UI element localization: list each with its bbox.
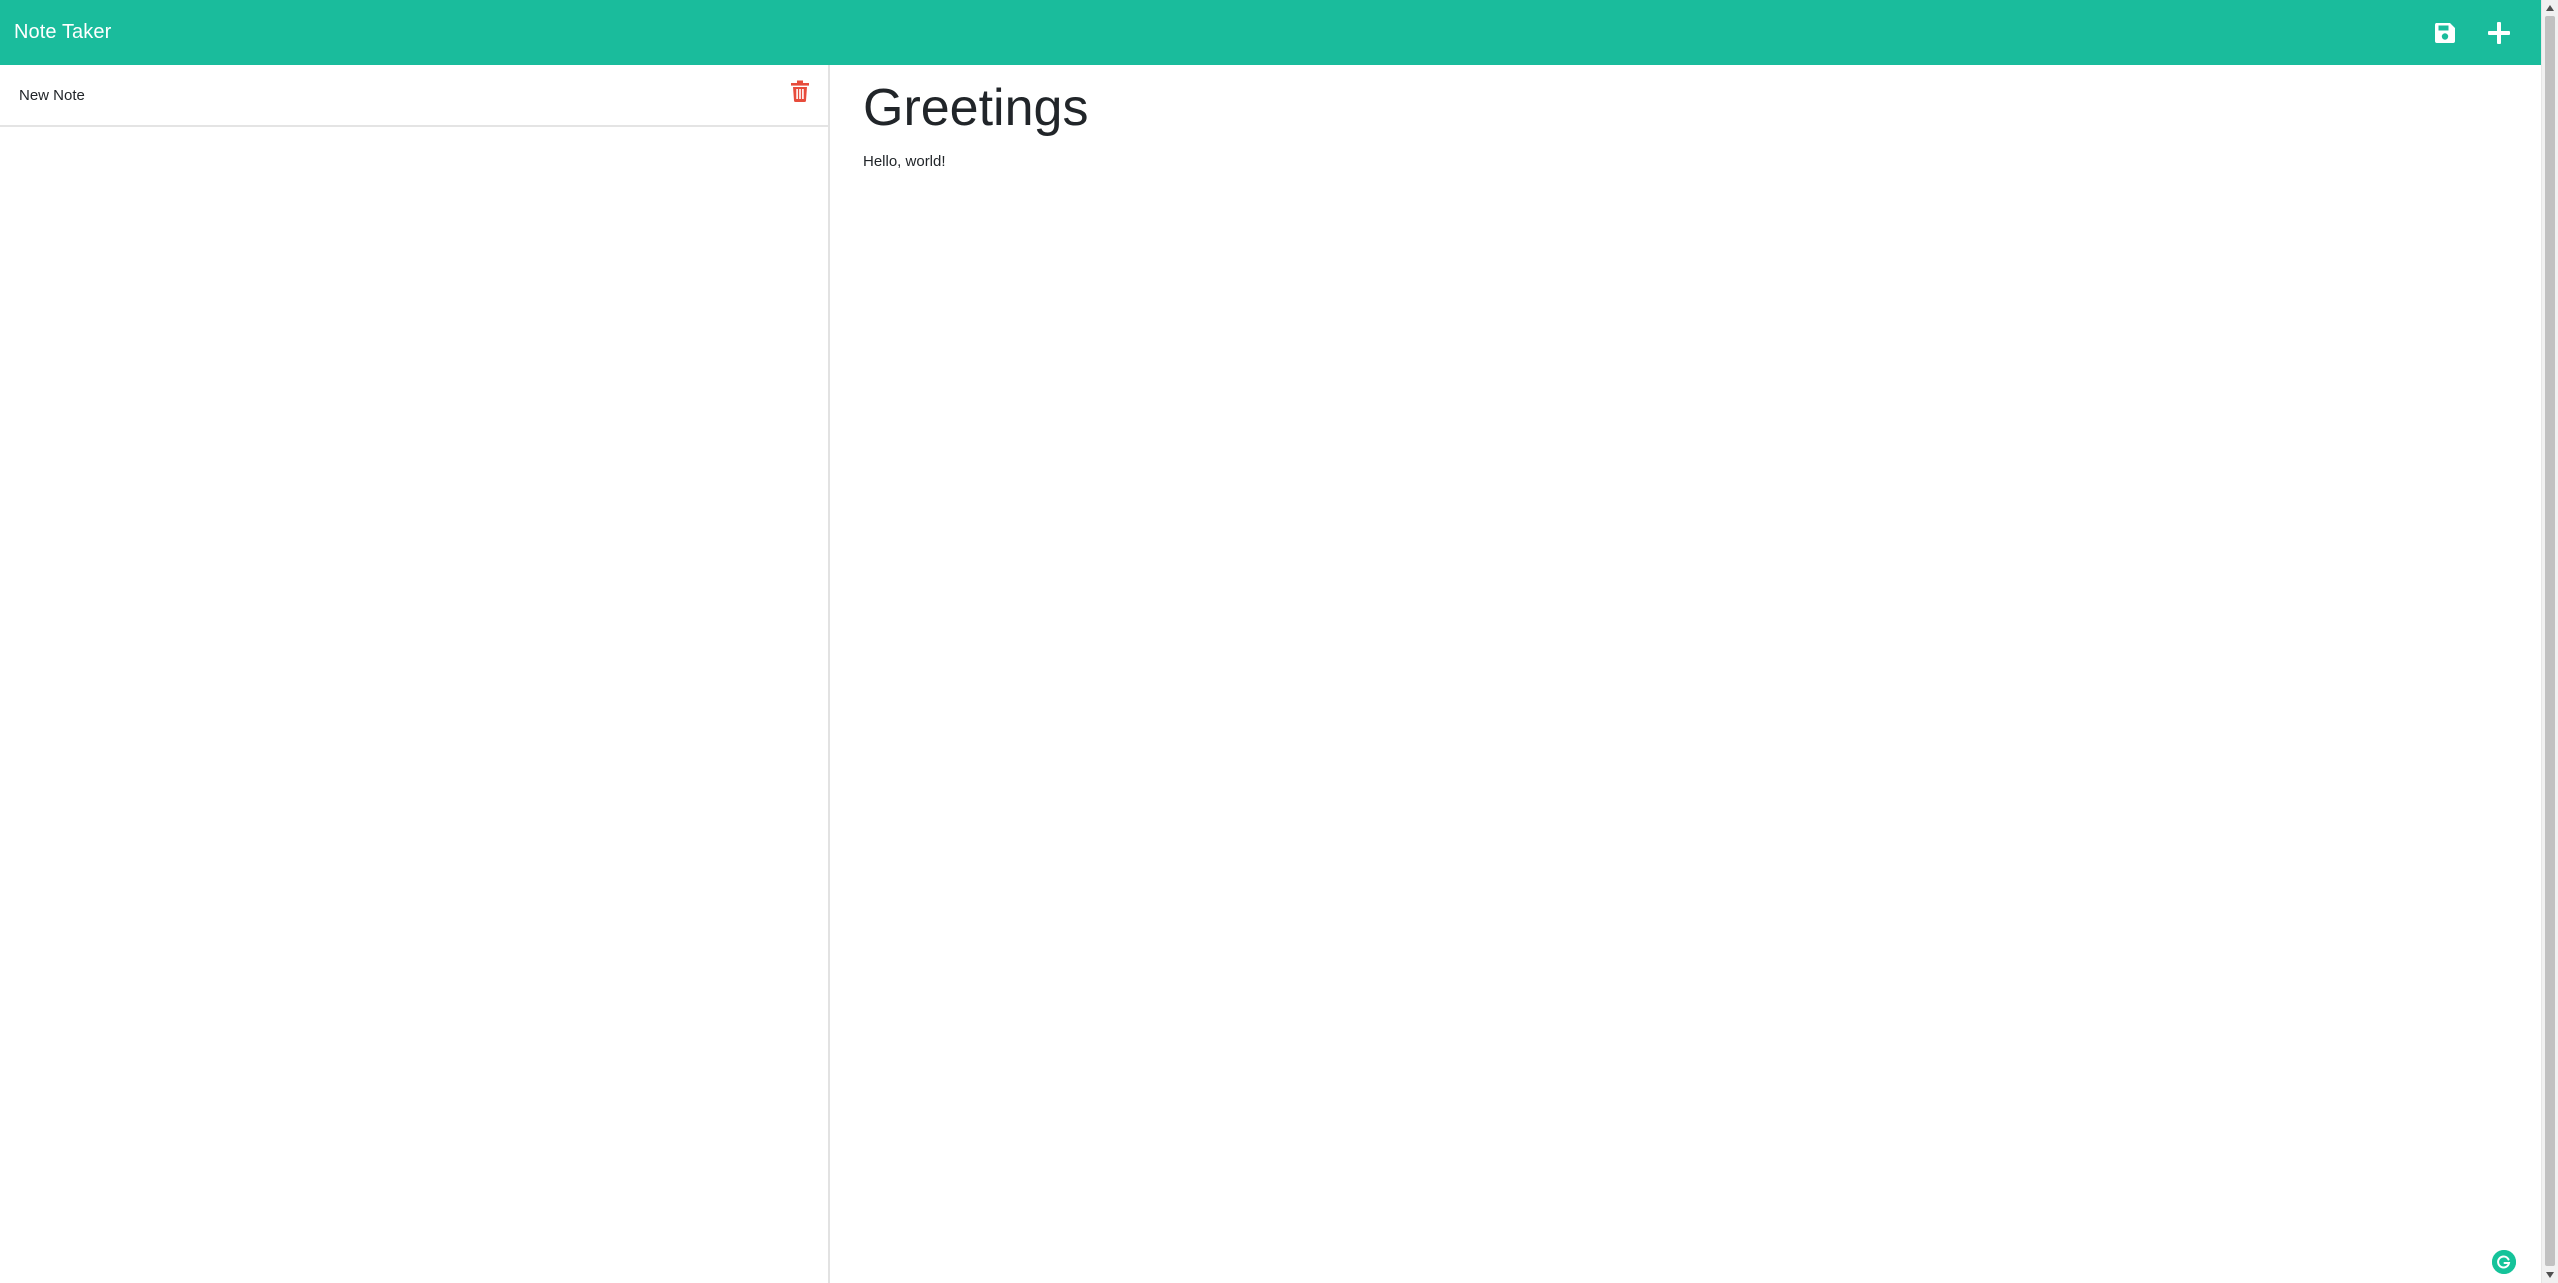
navbar: Note Taker — [0, 0, 2541, 65]
note-editor: Greetings Hello, world! — [830, 65, 2541, 1283]
scroll-up-arrow-icon[interactable] — [2542, 1, 2558, 15]
scroll-down-arrow-icon[interactable] — [2542, 1268, 2558, 1282]
save-icon[interactable] — [2431, 19, 2459, 47]
navbar-actions — [2431, 19, 2513, 47]
app-brand[interactable]: Note Taker — [14, 21, 111, 44]
scroll-thumb[interactable] — [2545, 16, 2555, 1266]
notes-sidebar: New Note — [0, 65, 830, 1283]
note-list-title: New Note — [19, 86, 85, 104]
app: Note Taker New Note Greetings Hello, wor… — [0, 0, 2541, 1283]
note-title-input[interactable]: Greetings — [863, 77, 2541, 139]
grammarly-icon[interactable] — [2492, 1250, 2516, 1274]
list-item[interactable]: New Note — [0, 65, 828, 127]
plus-icon[interactable] — [2485, 19, 2513, 47]
page-scrollbar[interactable] — [2541, 0, 2558, 1283]
note-text-area[interactable]: Hello, world! — [863, 153, 2541, 170]
trash-icon[interactable] — [790, 80, 810, 102]
